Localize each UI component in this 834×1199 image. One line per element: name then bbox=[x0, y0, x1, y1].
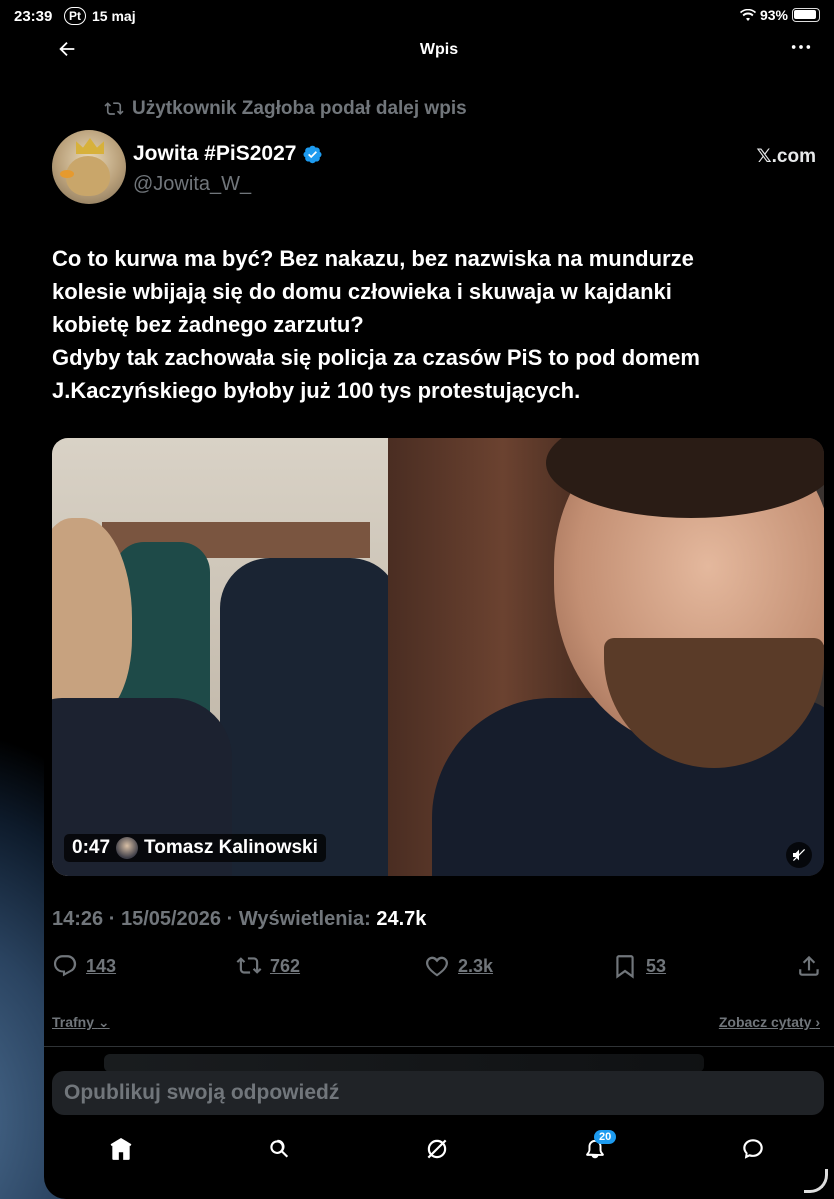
page-title: Wpis bbox=[419, 41, 459, 58]
battery-percent: 93% bbox=[759, 7, 788, 23]
more-dots-icon bbox=[791, 45, 811, 49]
comment-icon bbox=[53, 955, 77, 977]
author-name[interactable]: Jowita #PiS2027 bbox=[133, 142, 323, 166]
avatar-crown-shape bbox=[76, 138, 104, 154]
heart-icon bbox=[426, 956, 448, 977]
status-time: 23:39 bbox=[14, 8, 53, 25]
like-button[interactable]: 2.3k bbox=[424, 953, 493, 979]
status-right: 93% bbox=[739, 7, 820, 23]
sort-replies-button[interactable]: Trafny ⌄ bbox=[52, 1014, 110, 1031]
more-options-button[interactable] bbox=[790, 36, 812, 64]
wifi-icon bbox=[739, 8, 756, 21]
video-credit: Tomasz Kalinowski bbox=[144, 837, 318, 858]
home-icon bbox=[110, 1137, 132, 1160]
tweet-date[interactable]: 15/05/2026 bbox=[121, 908, 221, 930]
reply-button[interactable]: 143 bbox=[52, 953, 116, 979]
author-display-name: Jowita #PiS2027 bbox=[133, 142, 297, 165]
next-reply-preview bbox=[104, 1054, 704, 1072]
repost-button[interactable]: 762 bbox=[236, 953, 300, 979]
tweet-time[interactable]: 14:26 bbox=[52, 908, 103, 930]
avatar-beak-shape bbox=[60, 170, 74, 178]
reply-input[interactable]: Opublikuj swoją odpowiedź bbox=[64, 1081, 339, 1105]
views-count: 24.7k bbox=[376, 908, 427, 930]
credit-avatar bbox=[116, 837, 139, 859]
repost-indicator[interactable]: Użytkownik Zagłoba podał dalej wpis bbox=[104, 98, 467, 120]
repost-icon bbox=[104, 102, 124, 115]
tab-messages[interactable] bbox=[740, 1136, 770, 1166]
chevron-right-icon: › bbox=[815, 1014, 820, 1030]
search-icon bbox=[270, 1139, 289, 1158]
action-bar: 143 762 2.3k 53 bbox=[52, 953, 824, 983]
video-duration-badge: 0:47 Tomasz Kalinowski bbox=[64, 834, 326, 862]
notifications-badge: 20 bbox=[594, 1130, 617, 1144]
sort-label: Trafny bbox=[52, 1014, 95, 1030]
video-scene-jacket bbox=[220, 558, 400, 876]
verified-badge-icon bbox=[303, 145, 322, 163]
view-quotes-link[interactable]: Zobacz cytaty › bbox=[719, 1014, 820, 1030]
meta-separator: · bbox=[226, 908, 234, 930]
repost-count: 762 bbox=[270, 955, 301, 976]
chevron-down-icon: ⌄ bbox=[97, 1014, 110, 1030]
video-duration: 0:47 bbox=[72, 837, 111, 858]
repost-text: Użytkownik Zagłoba podał dalej wpis bbox=[132, 98, 467, 119]
share-button[interactable] bbox=[796, 953, 822, 979]
bookmark-icon bbox=[616, 955, 634, 979]
divider bbox=[44, 1046, 834, 1047]
avatar[interactable] bbox=[52, 130, 126, 204]
meta-separator: · bbox=[108, 908, 116, 930]
share-icon bbox=[799, 955, 819, 976]
tweet-text: Co to kurwa ma być? Bez nakazu, bez nazw… bbox=[52, 246, 700, 403]
mute-button[interactable] bbox=[786, 842, 812, 868]
reply-composer[interactable]: Opublikuj swoją odpowiedź bbox=[52, 1071, 824, 1115]
app-window: Wpis Użytkownik Zagłoba podał dalej wpis… bbox=[44, 28, 834, 1199]
reply-count: 143 bbox=[86, 955, 117, 976]
source-label[interactable]: 𝕏.com bbox=[756, 145, 816, 168]
like-count: 2.3k bbox=[458, 955, 494, 976]
video-player[interactable]: 0:47 Tomasz Kalinowski bbox=[52, 438, 824, 876]
tab-notifications[interactable]: 20 bbox=[582, 1130, 617, 1166]
tab-home[interactable] bbox=[108, 1136, 138, 1166]
status-date: 15 maj bbox=[92, 8, 136, 24]
window-resize-handle[interactable] bbox=[804, 1169, 828, 1193]
chat-bubble-icon bbox=[743, 1139, 763, 1159]
bottom-tab-bar: 20 bbox=[44, 1126, 834, 1176]
views-label: Wyświetlenia: bbox=[238, 908, 371, 930]
author-handle[interactable]: @Jowita_W_ bbox=[133, 173, 251, 196]
tab-grok[interactable] bbox=[424, 1136, 454, 1166]
grok-icon bbox=[427, 1139, 447, 1159]
tweet-meta: 14:26 · 15/05/2026 · Wyświetlenia: 24.7k bbox=[52, 908, 426, 931]
bookmark-button[interactable]: 53 bbox=[612, 953, 666, 979]
battery-icon bbox=[792, 8, 820, 22]
status-day-badge: Pt bbox=[64, 7, 86, 25]
tab-search[interactable] bbox=[266, 1136, 296, 1166]
repost-icon bbox=[236, 957, 262, 974]
quotes-label: Zobacz cytaty bbox=[718, 1014, 812, 1030]
top-bar: Wpis bbox=[44, 28, 834, 72]
muted-speaker-icon bbox=[793, 849, 805, 861]
bookmark-count: 53 bbox=[646, 955, 667, 976]
